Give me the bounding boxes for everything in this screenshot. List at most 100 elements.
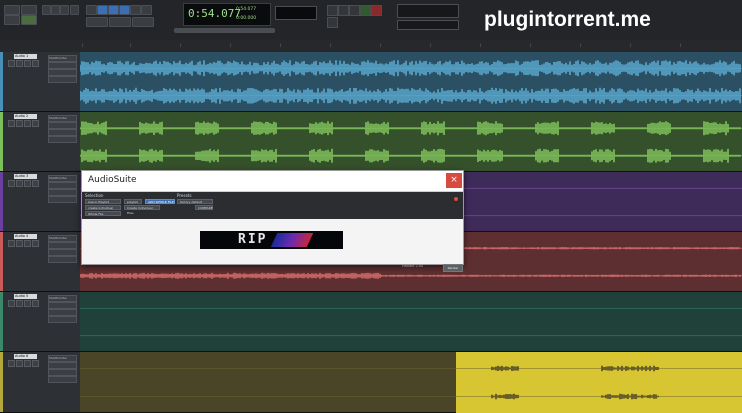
track-lane[interactable]: [80, 352, 742, 413]
track-name[interactable]: Audio 6: [14, 354, 37, 359]
playlist-mode-selector[interactable]: playlist: [124, 199, 142, 204]
render-button[interactable]: Render: [443, 264, 463, 272]
input-monitor-button[interactable]: [16, 240, 23, 247]
mute-button[interactable]: [32, 120, 39, 127]
track-header[interactable]: Audio 3 ShelfLimiter: [0, 172, 80, 232]
insert-slot[interactable]: [48, 256, 77, 263]
mute-button[interactable]: [32, 300, 39, 307]
mute-button[interactable]: [32, 60, 39, 67]
whole-file-button[interactable]: ADD WHOLE FILE: [145, 199, 175, 204]
solo-button[interactable]: [24, 60, 31, 67]
zoom-preset-button[interactable]: [70, 5, 79, 15]
record-enable-button[interactable]: [8, 300, 15, 307]
playlist-selector[interactable]: Use in Playlist: [85, 199, 121, 204]
insert-slot[interactable]: [48, 122, 77, 129]
return-to-zero-button[interactable]: [327, 5, 338, 16]
insert-slot[interactable]: [48, 136, 77, 143]
tab-to-transient-button[interactable]: [132, 17, 154, 27]
insert-slot[interactable]: ShelfLimiter: [48, 175, 77, 182]
keyboard-focus-button[interactable]: [86, 17, 108, 27]
loop-button[interactable]: [327, 17, 338, 28]
track-name[interactable]: Audio 3: [14, 174, 37, 179]
stop-button[interactable]: [349, 5, 360, 16]
insert-slot[interactable]: [48, 376, 77, 383]
track-header[interactable]: Audio 4 ShelfLimiter: [0, 232, 80, 292]
insert-slot[interactable]: [48, 62, 77, 69]
insert-slot[interactable]: ShelfLimiter: [48, 355, 77, 362]
insert-slot[interactable]: [48, 76, 77, 83]
solo-button[interactable]: [24, 360, 31, 367]
processing-selector[interactable]: create individual files: [85, 205, 121, 215]
insert-slot[interactable]: [48, 309, 77, 316]
track-lane[interactable]: [80, 112, 742, 172]
input-monitor-button[interactable]: [16, 60, 23, 67]
play-button[interactable]: [360, 5, 371, 16]
record-enable-button[interactable]: [8, 180, 15, 187]
record-enable-button[interactable]: [8, 60, 15, 67]
compare-button[interactable]: COMPARE: [195, 205, 213, 210]
track-name[interactable]: Audio 4: [14, 234, 37, 239]
settings-icon[interactable]: [454, 197, 458, 201]
input-monitor-button[interactable]: [16, 180, 23, 187]
insert-slot[interactable]: [48, 129, 77, 136]
input-monitor-button[interactable]: [16, 360, 23, 367]
pencil-tool-button[interactable]: [141, 5, 152, 15]
midi-controls-panel[interactable]: [397, 4, 459, 18]
mute-button[interactable]: [32, 360, 39, 367]
zoom-button[interactable]: [42, 5, 51, 15]
zoom-in-button[interactable]: [51, 5, 60, 15]
solo-button[interactable]: [24, 240, 31, 247]
audiosuite-titlebar[interactable]: AudioSuite ×: [82, 171, 463, 192]
solo-button[interactable]: [24, 180, 31, 187]
trim-tool-button[interactable]: [86, 5, 97, 15]
nudge-value-field[interactable]: [275, 6, 317, 20]
solo-button[interactable]: [24, 300, 31, 307]
scrubber-tool-button[interactable]: [130, 5, 141, 15]
record-enable-button[interactable]: [8, 240, 15, 247]
insert-slot[interactable]: [48, 189, 77, 196]
zoom-out-button[interactable]: [60, 5, 69, 15]
grid-value-button[interactable]: [397, 20, 459, 30]
individual-files-selector[interactable]: Create Individual Files: [124, 205, 160, 215]
close-button[interactable]: ×: [446, 173, 462, 188]
track-name[interactable]: Audio 1: [14, 54, 37, 59]
track-header[interactable]: Audio 5 ShelfLimiter: [0, 292, 80, 352]
insert-slot[interactable]: [48, 196, 77, 203]
insert-slot[interactable]: [48, 302, 77, 309]
selector-tool-button[interactable]: [97, 5, 108, 15]
slip-mode-button[interactable]: [4, 15, 20, 25]
shuffle-mode-button[interactable]: [4, 5, 20, 15]
insert-slot[interactable]: [48, 316, 77, 323]
whole-file-selector[interactable]: Whole File: [85, 211, 121, 216]
solo-button[interactable]: [24, 120, 31, 127]
mute-button[interactable]: [32, 240, 39, 247]
smart-tool-button[interactable]: [119, 5, 130, 15]
rewind-button[interactable]: [338, 5, 349, 16]
insert-slot[interactable]: [48, 69, 77, 76]
insert-slot[interactable]: [48, 242, 77, 249]
track-name[interactable]: Audio 5: [14, 294, 37, 299]
mute-button[interactable]: [32, 180, 39, 187]
insert-slot[interactable]: ShelfLimiter: [48, 295, 77, 302]
track-name[interactable]: Audio 2: [14, 114, 37, 119]
insert-slot[interactable]: [48, 369, 77, 376]
track-header[interactable]: Audio 6 ShelfLimiter: [0, 352, 80, 413]
horizontal-scrollbar[interactable]: [174, 28, 275, 33]
record-enable-button[interactable]: [8, 360, 15, 367]
insert-slot[interactable]: ShelfLimiter: [48, 235, 77, 242]
track-lane[interactable]: [80, 52, 742, 112]
grid-mode-button[interactable]: [21, 15, 37, 25]
track-lane[interactable]: [80, 292, 742, 352]
grabber-tool-button[interactable]: [108, 5, 119, 15]
insert-slot[interactable]: [48, 182, 77, 189]
insert-slot[interactable]: [48, 249, 77, 256]
spot-mode-button[interactable]: [21, 5, 37, 15]
track-header[interactable]: Audio 2 ShelfLimiter: [0, 112, 80, 172]
link-track-button[interactable]: [109, 17, 131, 27]
insert-slot[interactable]: [48, 362, 77, 369]
record-button[interactable]: [371, 5, 382, 16]
input-monitor-button[interactable]: [16, 120, 23, 127]
insert-slot[interactable]: ShelfLimiter: [48, 115, 77, 122]
insert-slot[interactable]: ShelfLimiter: [48, 55, 77, 62]
main-counter[interactable]: 0:54.077 0:54.077 0:00.000: [183, 3, 271, 26]
